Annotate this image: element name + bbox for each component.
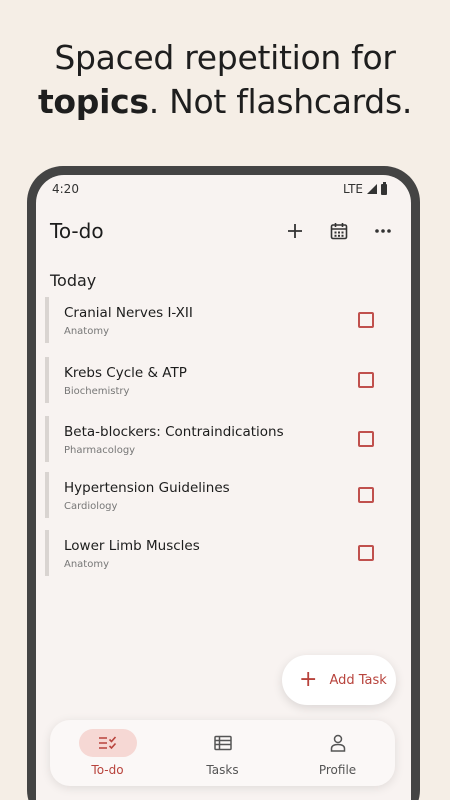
network-label: LTE (343, 182, 363, 196)
headline-rest: . Not flashcards. (148, 82, 413, 121)
phone-frame: 4:20 LTE To-do Today Cranial Nerves I-XI… (27, 166, 420, 800)
nav-item-profile[interactable]: Profile (288, 729, 388, 777)
plus-icon[interactable] (283, 219, 307, 243)
status-indicators: LTE (343, 181, 387, 196)
page-title: To-do (50, 219, 104, 243)
headline-line2: topics. Not flashcards. (0, 80, 450, 124)
nav-item-tasks[interactable]: Tasks (173, 729, 273, 777)
task-subject: Anatomy (64, 325, 110, 337)
task-title: Cranial Nerves I-XII (64, 304, 193, 321)
nav-label: Tasks (206, 763, 239, 777)
task-title: Beta-blockers: Contraindications (64, 423, 284, 440)
task-checkbox[interactable] (358, 545, 374, 561)
status-time: 4:20 (52, 182, 79, 196)
app-bar-actions (283, 219, 397, 243)
task-title: Krebs Cycle & ATP (64, 364, 187, 381)
task-title: Lower Limb Muscles (64, 537, 200, 554)
app-bar: To-do (36, 213, 411, 249)
task-subject: Pharmacology (64, 444, 136, 456)
list-icon (194, 729, 252, 757)
add-task-label: Add Task (329, 672, 387, 688)
task-item[interactable]: Hypertension Guidelines Cardiology (45, 472, 390, 518)
task-checkbox[interactable] (358, 312, 374, 328)
task-subject: Biochemistry (64, 385, 130, 397)
task-text: Beta-blockers: Contraindications Pharmac… (64, 423, 358, 456)
task-text: Krebs Cycle & ATP Biochemistry (64, 364, 358, 397)
signal-icon (367, 184, 377, 194)
task-item[interactable]: Krebs Cycle & ATP Biochemistry (45, 357, 390, 403)
task-item[interactable]: Lower Limb Muscles Anatomy (45, 530, 390, 576)
task-item[interactable]: Beta-blockers: Contraindications Pharmac… (45, 416, 390, 462)
task-title: Hypertension Guidelines (64, 479, 230, 496)
person-icon (309, 729, 367, 757)
phone-screen: 4:20 LTE To-do Today Cranial Nerves I-XI… (36, 175, 411, 800)
task-item[interactable]: Cranial Nerves I-XII Anatomy (45, 297, 390, 343)
task-text: Lower Limb Muscles Anatomy (64, 537, 358, 570)
nav-label: To-do (91, 763, 124, 777)
calendar-icon[interactable] (327, 219, 351, 243)
task-checkbox[interactable] (358, 372, 374, 388)
task-subject: Anatomy (64, 558, 110, 570)
status-bar: 4:20 LTE (36, 175, 411, 203)
more-horizontal-icon[interactable] (371, 219, 395, 243)
checklist-icon (78, 729, 137, 757)
bottom-navigation: To-do Tasks Profile (50, 720, 395, 786)
headline-line1: Spaced repetition for (54, 38, 396, 77)
marketing-headline: Spaced repetition for topics. Not flashc… (0, 36, 450, 124)
nav-item-todo[interactable]: To-do (58, 729, 158, 777)
add-task-button[interactable]: + Add Task (282, 655, 396, 705)
task-text: Hypertension Guidelines Cardiology (64, 479, 358, 512)
headline-bold: topics (37, 82, 149, 121)
task-checkbox[interactable] (358, 487, 374, 503)
section-title-today: Today (50, 271, 97, 290)
task-text: Cranial Nerves I-XII Anatomy (64, 304, 358, 337)
task-checkbox[interactable] (358, 431, 374, 447)
plus-icon: + (299, 667, 318, 692)
task-subject: Cardiology (64, 500, 118, 512)
nav-label: Profile (318, 763, 357, 777)
battery-icon (381, 181, 387, 195)
